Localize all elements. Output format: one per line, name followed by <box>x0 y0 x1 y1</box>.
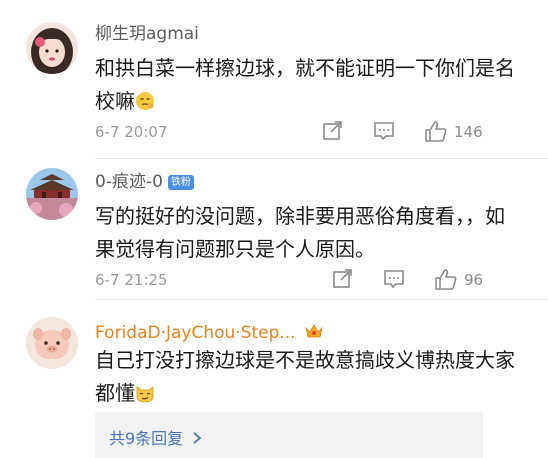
username[interactable]: 0-痕迹-0 铁粉 <box>95 172 194 192</box>
avatar[interactable] <box>26 168 78 220</box>
comment-icon[interactable] <box>373 120 395 146</box>
like-icon[interactable] <box>424 120 448 146</box>
comment-item: ForidaD·JayChou·Step... 自己打没打擦边球是不是故意搞歧义… <box>0 300 548 458</box>
chevron-right-icon <box>192 430 202 449</box>
like-count: 146 <box>454 123 483 141</box>
like-icon[interactable] <box>434 268 458 294</box>
comment-text: 自己打没打擦边球是不是故意搞歧义博热度大家都懂 <box>95 348 515 405</box>
avatar[interactable] <box>26 317 78 369</box>
divider <box>95 158 548 159</box>
view-replies-link[interactable]: 共9条回复 <box>109 425 202 449</box>
comment-actions: 96 <box>318 268 508 292</box>
share-icon[interactable] <box>332 268 354 294</box>
comment-time: 6-7 20:07 <box>95 123 168 141</box>
comment-item: 柳生玥agmai 和拱白菜一样擦边球，就不能证明一下你们是名校嘛 6-7 20:… <box>0 0 548 160</box>
share-icon[interactable] <box>322 120 344 146</box>
comment-text: 写的挺好的没问题，除非要用恶俗角度看，，如果觉得有问题那只是个人原因。 <box>95 204 505 261</box>
like-count: 96 <box>464 271 484 289</box>
crown-icon <box>304 322 324 345</box>
smug-cat-face-icon <box>135 380 155 403</box>
comment-actions: 146 <box>318 120 508 144</box>
avatar[interactable] <box>26 22 78 74</box>
comment-item: 0-痕迹-0 铁粉 写的挺好的没问题，除非要用恶俗角度看，，如果觉得有问题那只是个… <box>0 160 548 300</box>
fan-badge: 铁粉 <box>167 175 194 190</box>
username[interactable]: 柳生玥agmai <box>95 24 199 44</box>
username[interactable]: ForidaD·JayChou·Step... <box>95 322 324 345</box>
comment-icon[interactable] <box>383 268 405 294</box>
comment-time: 6-7 21:25 <box>95 271 168 289</box>
replies-panel: 共9条回复 <box>95 412 483 458</box>
comment-text: 和拱白菜一样擦边球，就不能证明一下你们是名校嘛 <box>95 56 515 113</box>
pondering-face-icon <box>135 88 155 110</box>
